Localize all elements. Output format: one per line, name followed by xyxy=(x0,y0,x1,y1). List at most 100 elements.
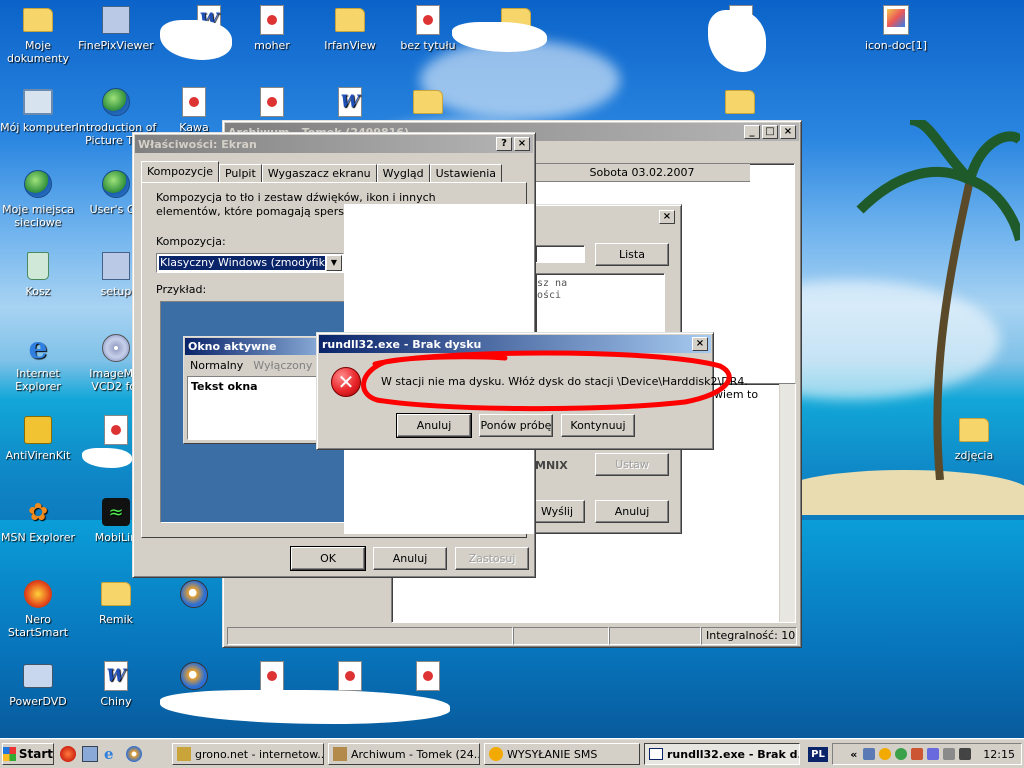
windows-logo-icon xyxy=(3,747,16,761)
vertical-scrollbar[interactable] xyxy=(779,384,795,622)
task-rundll32[interactable]: rundll32.exe - Brak d... xyxy=(644,743,800,765)
minimize-button[interactable]: _ xyxy=(744,125,760,139)
opera-icon[interactable] xyxy=(60,746,76,762)
desktop-icon-powerdvd[interactable]: PowerDVD xyxy=(0,660,79,708)
cancel-button[interactable]: Anuluj xyxy=(373,547,447,570)
desktop-icon-folder3[interactable] xyxy=(699,86,781,121)
desktop-icon-folder2[interactable] xyxy=(387,86,469,121)
desktop-icon-zdjecia[interactable]: zdjęcia xyxy=(933,414,1015,462)
desktop-icon-finepixviewer[interactable]: FinePixViewer xyxy=(75,4,157,52)
tab-kompozycje[interactable]: Kompozycje xyxy=(141,161,219,183)
mobilink-icon: ≈ xyxy=(102,498,130,526)
desktop-icon-irfanview[interactable]: IrfanView xyxy=(309,4,391,52)
desktop-icon-img3[interactable] xyxy=(387,660,469,695)
msn-butterfly-icon: ✿ xyxy=(27,497,49,526)
error-dialog-titlebar[interactable]: rundll32.exe - Brak dysku × xyxy=(319,335,711,353)
ok-button[interactable]: OK xyxy=(290,546,366,571)
antivirus-icon xyxy=(24,416,52,444)
censor-scribble xyxy=(82,448,132,468)
close-button[interactable]: × xyxy=(514,137,530,151)
desktop-icon-moje-dokumenty[interactable]: Moje dokumenty xyxy=(0,4,79,65)
send-button[interactable]: Wyślij xyxy=(529,500,585,523)
desktop-icon-nero[interactable]: Nero StartSmart xyxy=(0,578,79,639)
desktop-icon-antivirenkit[interactable]: AntiVirenKit xyxy=(0,414,79,462)
inner-cancel-button[interactable]: Anuluj xyxy=(595,500,669,523)
chevron-down-icon[interactable]: ▼ xyxy=(326,255,342,271)
media-player-icon xyxy=(180,580,208,608)
quick-launch: e xyxy=(60,746,142,762)
browser-icon xyxy=(177,747,191,761)
tray-sun-icon[interactable] xyxy=(879,748,892,760)
desktop-icon-word2[interactable]: W xyxy=(309,86,391,121)
internet-explorer-icon[interactable]: e xyxy=(104,746,120,762)
media-player-icon xyxy=(180,662,208,690)
nero-icon xyxy=(24,580,52,608)
tray-network-icon[interactable] xyxy=(863,748,876,760)
dvd-icon xyxy=(23,664,53,688)
folder-icon xyxy=(959,418,989,442)
document-icon xyxy=(260,87,284,117)
document-icon xyxy=(260,5,284,35)
desktop-icon[interactable] xyxy=(82,746,98,762)
tab-pulpit[interactable]: Pulpit xyxy=(218,164,262,183)
desktop-icon-doc2[interactable] xyxy=(231,86,313,121)
system-tray: « 12:15 xyxy=(832,743,1022,765)
censor-scribble xyxy=(708,10,766,72)
tab-strip: Kompozycje Pulpit Wygaszacz ekranu Wyglą… xyxy=(141,161,503,183)
tab-wyglad[interactable]: Wygląd xyxy=(376,164,430,183)
clock[interactable]: 12:15 xyxy=(983,748,1015,761)
tray-monitor-icon[interactable] xyxy=(959,748,972,760)
tray-antivirus-icon[interactable] xyxy=(911,748,924,760)
archive-statusbar: Integralność: 10 xyxy=(227,627,797,645)
error-dialog[interactable]: rundll32.exe - Brak dysku × ✕ W stacji n… xyxy=(316,332,748,450)
desktop-icon-moj-komputer[interactable]: Mój komputer xyxy=(0,86,79,134)
ie-shortcut-icon xyxy=(102,88,130,116)
tray-msn-icon[interactable] xyxy=(895,748,908,760)
list-button[interactable]: Lista xyxy=(595,243,669,266)
taskbar: Start e grono.net - internetow... Archiw… xyxy=(0,738,1024,768)
error-cancel-button[interactable]: Anuluj xyxy=(396,413,472,438)
network-icon xyxy=(24,170,52,198)
inner-input[interactable] xyxy=(535,245,585,263)
maximize-button[interactable]: □ xyxy=(762,125,778,139)
setup-icon xyxy=(102,252,130,280)
tray-volume-icon[interactable] xyxy=(943,748,956,760)
task-archiwum[interactable]: Archiwum - Tomek (24... xyxy=(328,743,480,765)
media-player-icon[interactable] xyxy=(126,746,142,762)
tab-wygaszacz[interactable]: Wygaszacz ekranu xyxy=(261,164,377,183)
apply-button[interactable]: Zastosuj xyxy=(455,547,529,570)
desktop-icon-moje-miejsca[interactable]: Moje miejsca sieciowe xyxy=(0,168,79,229)
theme-select[interactable]: Klasyczny Windows (zmodyfikowany) ▼ xyxy=(156,253,344,273)
set-button[interactable]: Ustaw xyxy=(595,453,669,476)
task-sms[interactable]: WYSYŁANIE SMS xyxy=(484,743,640,765)
desktop-icon-msn-explorer[interactable]: ✿ MSN Explorer xyxy=(0,496,79,545)
retry-button[interactable]: Ponów próbę xyxy=(479,414,553,437)
display-properties-titlebar[interactable]: Właściwości: Ekran ? × xyxy=(135,135,533,153)
continue-button[interactable]: Kontynuuj xyxy=(561,414,635,437)
language-indicator[interactable]: PL xyxy=(808,747,828,762)
close-button[interactable]: × xyxy=(780,125,796,139)
desktop-icon-icon-doc[interactable]: icon-doc[1] xyxy=(855,4,937,52)
desktop-icon-chiny[interactable]: W Chiny xyxy=(75,660,157,708)
close-button[interactable]: × xyxy=(692,337,708,351)
desktop-icon-internet-explorer[interactable]: e Internet Explorer xyxy=(0,332,79,393)
censor-scribble xyxy=(160,20,232,60)
help-button[interactable]: ? xyxy=(496,137,512,151)
close-button[interactable]: × xyxy=(659,210,675,224)
folder-documents-icon xyxy=(23,8,53,32)
computer-icon xyxy=(23,89,53,115)
document-icon xyxy=(416,5,440,35)
window-icon xyxy=(649,748,663,760)
tray-expand-icon[interactable]: « xyxy=(850,748,857,761)
archive-icon xyxy=(333,747,347,761)
ie-shortcut-icon xyxy=(102,170,130,198)
folder-icon xyxy=(335,8,365,32)
desktop-icon-kosz[interactable]: Kosz xyxy=(0,250,79,298)
tab-ustawienia[interactable]: Ustawienia xyxy=(429,164,503,183)
image-document-icon xyxy=(883,5,909,35)
desktop-icon-remik[interactable]: Remik xyxy=(75,578,157,626)
tray-usb-icon[interactable] xyxy=(927,748,940,760)
task-grono[interactable]: grono.net - internetow... xyxy=(172,743,324,765)
start-button[interactable]: Start xyxy=(2,743,54,765)
finepix-icon xyxy=(102,6,130,34)
